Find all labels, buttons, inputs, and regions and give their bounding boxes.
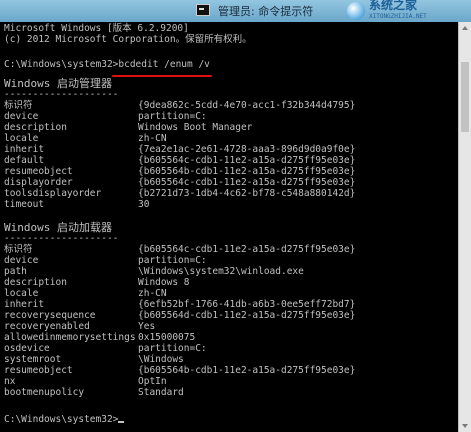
bm-value: {7ea2e1ac-2e61-4728-aaa3-896d9d0a9f0e} xyxy=(138,144,356,155)
bm-value: {9dea862c-5cdd-4e70-acc1-f32b344d4795} xyxy=(138,100,356,111)
boot-manager-separator: -------------------- xyxy=(4,89,119,100)
watermark-globe-icon xyxy=(347,2,365,20)
bm-key: description xyxy=(4,122,67,133)
bm-value: Windows Boot Manager xyxy=(138,122,253,133)
bl-value: partition=C: xyxy=(138,343,207,354)
bl-key: locale xyxy=(4,288,39,299)
bl-value: {b605564d-cdb1-11e2-a15a-d275ff95e03e} xyxy=(138,310,356,321)
bm-key: displayorder xyxy=(4,177,73,188)
bl-key: 标识符 xyxy=(4,244,33,255)
bm-key: 标识符 xyxy=(4,100,33,111)
bm-key: inherit xyxy=(4,144,45,155)
vertical-scrollbar[interactable] xyxy=(458,22,471,432)
scroll-up-arrow-icon[interactable] xyxy=(462,26,468,30)
bl-key: nx xyxy=(4,376,16,387)
command-prompt-window: 管理员: 命令提示符 系统之家 XITONGZHIJIA.NET Microso… xyxy=(0,0,471,432)
boot-loader-heading: Windows 启动加载器 xyxy=(4,221,112,234)
console-output[interactable]: Microsoft Windows [版本 6.2.9200] (c) 2012… xyxy=(0,22,458,432)
bl-value: {6efb52bf-1766-41db-a6b3-0ee5eff72bd7} xyxy=(138,299,356,310)
bm-value: 30 xyxy=(138,199,150,210)
bm-key: default xyxy=(4,155,45,166)
final-prompt-line[interactable]: C:\Windows\system32> xyxy=(4,414,125,425)
bm-key: timeout xyxy=(4,199,45,210)
bm-key: resumeobject xyxy=(4,166,73,177)
text-cursor xyxy=(118,421,125,423)
scroll-thumb[interactable] xyxy=(461,62,469,132)
boot-loader-separator: -------------------- xyxy=(4,233,119,244)
bl-value: 0x15000075 xyxy=(138,332,196,343)
bm-value: {b605564c-cdb1-11e2-a15a-d275ff95e03e} xyxy=(138,177,356,188)
bm-value: {b605564c-cdb1-11e2-a15a-d275ff95e03e} xyxy=(138,155,356,166)
bl-key: recoverysequence xyxy=(4,310,96,321)
header-line-1: Microsoft Windows [版本 6.2.9200] xyxy=(4,23,189,34)
bl-value: OptIn xyxy=(138,376,167,387)
bl-key: resumeobject xyxy=(4,365,73,376)
bm-value: partition=C: xyxy=(138,111,207,122)
bl-key: osdevice xyxy=(4,343,50,354)
bl-key: inherit xyxy=(4,299,45,310)
bl-value: {b605564b-cdb1-11e2-a15a-d275ff95e03e} xyxy=(138,365,356,376)
bl-key: path xyxy=(4,266,27,277)
bl-value: zh-CN xyxy=(138,288,167,299)
bl-key: device xyxy=(4,255,39,266)
bm-value: zh-CN xyxy=(138,133,167,144)
bl-value: \Windows\system32\winload.exe xyxy=(138,266,304,277)
prompt: C:\Windows\system32> xyxy=(4,59,119,70)
command-line: C:\Windows\system32>bcdedit /enum /v xyxy=(4,59,210,70)
watermark-subtext: XITONGZHIJIA.NET xyxy=(369,13,427,20)
bm-key: locale xyxy=(4,133,39,144)
scroll-down-arrow-icon[interactable] xyxy=(462,424,468,428)
bl-value: Yes xyxy=(138,321,156,332)
command-highlight-underline xyxy=(112,75,212,77)
final-prompt: C:\Windows\system32> xyxy=(4,414,119,425)
watermark-logo: 系统之家 XITONGZHIJIA.NET xyxy=(347,0,465,21)
bl-value: {b605564c-cdb1-11e2-a15a-d275ff95e03e} xyxy=(138,244,356,255)
bl-key: description xyxy=(4,277,67,288)
window-title: 管理员: 命令提示符 xyxy=(218,5,314,18)
bl-value: Windows 8 xyxy=(138,277,190,288)
bl-key: recoveryenabled xyxy=(4,321,90,332)
bm-value: {b2721d73-1db4-4c62-bf78-c548a880142d} xyxy=(138,188,356,199)
bm-key: toolsdisplayorder xyxy=(4,188,102,199)
cmd-icon xyxy=(196,4,210,16)
header-line-2: (c) 2012 Microsoft Corporation。保留所有权利。 xyxy=(4,34,252,45)
title-bar[interactable]: 管理员: 命令提示符 系统之家 XITONGZHIJIA.NET xyxy=(0,0,471,22)
bm-key: device xyxy=(4,111,39,122)
bl-key: allowedinmemorysettings xyxy=(4,332,136,343)
bl-value: Standard xyxy=(138,387,184,398)
bl-value: partition=C: xyxy=(138,255,207,266)
bm-value: {b605564b-cdb1-11e2-a15a-d275ff95e03e} xyxy=(138,166,356,177)
bl-value: \Windows xyxy=(138,354,184,365)
bl-key: bootmenupolicy xyxy=(4,387,85,398)
command-text: bcdedit /enum /v xyxy=(118,59,210,70)
bl-key: systemroot xyxy=(4,354,62,365)
boot-manager-heading: Windows 启动管理器 xyxy=(4,77,112,90)
